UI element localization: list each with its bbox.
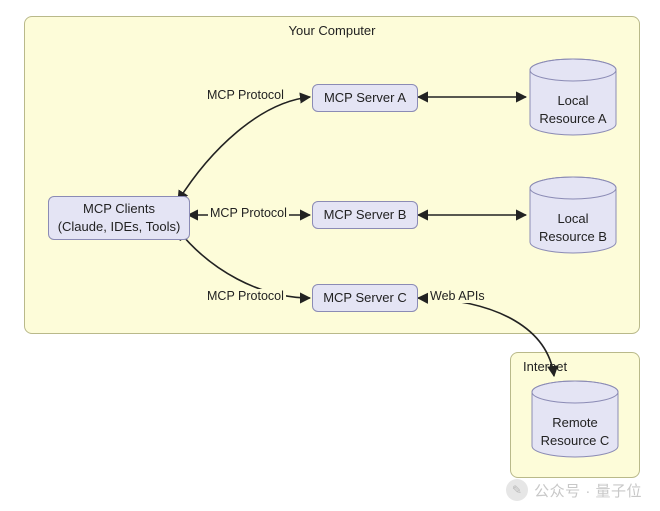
resource-c-line2: Resource C xyxy=(530,432,620,450)
watermark-icon: ✎ xyxy=(506,479,528,501)
resource-b-line1: Local xyxy=(528,210,618,228)
resource-a-line1: Local xyxy=(528,92,618,110)
edge-label-web-apis: Web APIs xyxy=(428,289,487,303)
node-local-resource-a: Local Resource A xyxy=(528,58,618,136)
server-c-label: MCP Server C xyxy=(323,289,407,307)
server-a-label: MCP Server A xyxy=(324,89,406,107)
node-local-resource-b: Local Resource B xyxy=(528,176,618,254)
region-computer-title: Your Computer xyxy=(289,23,376,38)
clients-line2: (Claude, IDEs, Tools) xyxy=(58,218,181,236)
watermark-text: 公众号 · 量子位 xyxy=(534,480,642,501)
resource-a-line2: Resource A xyxy=(528,110,618,128)
watermark: ✎ 公众号 · 量子位 xyxy=(506,479,642,501)
region-internet-title: Internet xyxy=(523,359,567,374)
node-mcp-clients: MCP Clients (Claude, IDEs, Tools) xyxy=(48,196,190,240)
node-mcp-server-c: MCP Server C xyxy=(312,284,418,312)
edge-label-protocol-c: MCP Protocol xyxy=(205,289,286,303)
node-remote-resource-c: Remote Resource C xyxy=(530,380,620,458)
server-b-label: MCP Server B xyxy=(324,206,407,224)
edge-label-protocol-b: MCP Protocol xyxy=(208,206,289,220)
edge-label-protocol-a: MCP Protocol xyxy=(205,88,286,102)
resource-c-line1: Remote xyxy=(530,414,620,432)
node-mcp-server-a: MCP Server A xyxy=(312,84,418,112)
clients-line1: MCP Clients xyxy=(83,200,155,218)
node-mcp-server-b: MCP Server B xyxy=(312,201,418,229)
resource-b-line2: Resource B xyxy=(528,228,618,246)
